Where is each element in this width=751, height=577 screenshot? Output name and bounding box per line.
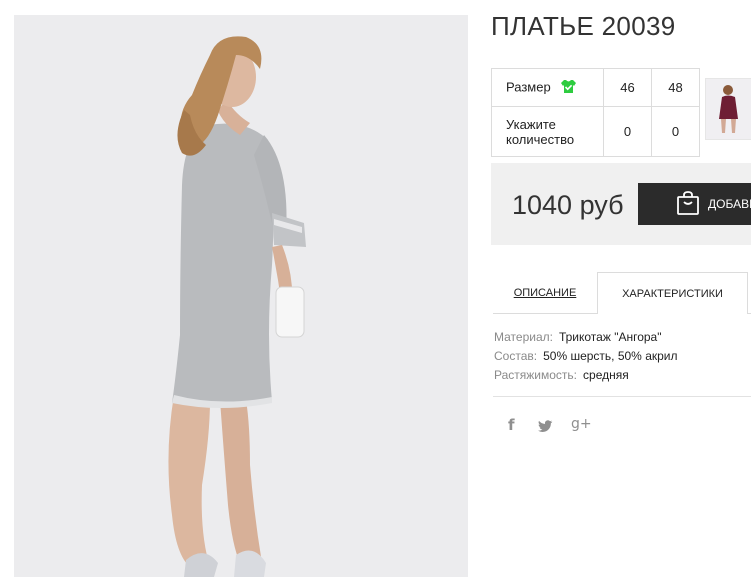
characteristics-list: Материал: Трикотаж "Ангора" Состав: 50% ше… <box>494 329 678 386</box>
shirt-icon[interactable] <box>560 79 577 97</box>
product-thumbnail[interactable] <box>705 78 751 140</box>
twitter-icon[interactable] <box>538 418 553 437</box>
quantity-input-46[interactable]: 0 <box>603 106 652 157</box>
spec-composition: Состав: 50% шерсть, 50% акрил <box>494 349 678 363</box>
add-to-cart-label: ДОБАВИТЬ В КОРЗИНУ <box>708 197 751 211</box>
product-photo[interactable] <box>14 15 468 577</box>
google-plus-icon[interactable]: g+ <box>571 416 592 432</box>
model-illustration <box>14 15 468 577</box>
quantity-label: Укажите количество <box>491 106 604 157</box>
spec-stretch: Растяжимость: средняя <box>494 368 629 382</box>
divider <box>493 396 751 397</box>
product-tabs: ОПИСАНИЕ ХАРАКТЕРИСТИКИ <box>493 272 751 314</box>
size-label-cell: Размер <box>491 68 604 107</box>
tab-characteristics[interactable]: ХАРАКТЕРИСТИКИ <box>597 272 748 314</box>
spec-material: Материал: Трикотаж "Ангора" <box>494 330 662 344</box>
quantity-input-48[interactable]: 0 <box>651 106 700 157</box>
purchase-bar: 1040 руб ДОБАВИТЬ В КОРЗИНУ <box>491 163 751 245</box>
shopping-bag-icon <box>676 190 700 219</box>
product-title: ПЛАТЬЕ 20039 <box>491 11 676 41</box>
size-label: Размер <box>506 78 551 94</box>
add-to-cart-button[interactable]: ДОБАВИТЬ В КОРЗИНУ <box>638 183 751 225</box>
facebook-icon[interactable]: f <box>508 416 515 434</box>
size-table: Размер 46 48 Укажите количество 0 0 <box>491 68 700 157</box>
size-46: 46 <box>603 68 652 107</box>
size-48: 48 <box>651 68 700 107</box>
price: 1040 руб <box>512 190 624 220</box>
tab-description[interactable]: ОПИСАНИЕ <box>493 272 597 314</box>
